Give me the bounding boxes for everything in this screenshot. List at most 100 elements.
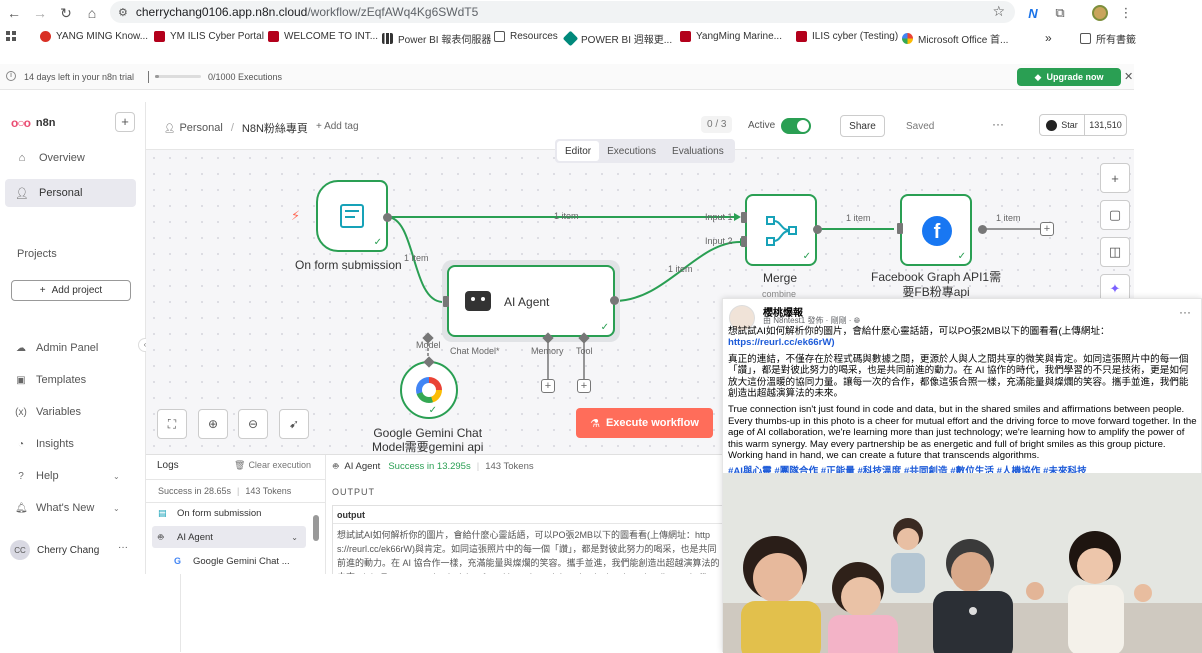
tidy-up-icon[interactable]: ➹ [279, 409, 309, 439]
bookmarks-overflow[interactable]: » [1045, 31, 1052, 45]
scrollbar[interactable] [313, 515, 319, 541]
sidebar-item-admin-panel[interactable]: ☁ Admin Panel [15, 342, 98, 354]
sidebar-item-personal[interactable]: 👤︎ Personal [5, 179, 136, 207]
bookmark-item[interactable]: POWER BI 週報更... [562, 30, 672, 47]
google-icon: G [174, 556, 182, 566]
zoom-out-icon[interactable]: ⊖ [238, 409, 268, 439]
input-handle[interactable] [897, 223, 903, 234]
add-project-button[interactable]: + Add project [11, 280, 131, 301]
edge-label: 1 item [554, 211, 579, 221]
bookmark-item[interactable]: ILIS cyber (Testing) [796, 31, 898, 42]
add-tool-icon[interactable]: + [577, 379, 591, 393]
profile-avatar-icon[interactable] [1090, 3, 1110, 23]
check-icon: ✓ [428, 405, 437, 416]
bookmark-item[interactable]: Microsoft Office 首... [902, 31, 1008, 46]
execute-workflow-button[interactable]: ⚗ Execute workflow [576, 408, 713, 438]
browser-menu-icon[interactable]: ⋮ [1116, 3, 1136, 23]
bookmark-item[interactable]: YM ILIS Cyber Portal [154, 31, 264, 42]
node-merge[interactable]: ✓ [745, 194, 817, 266]
output-handle[interactable] [813, 225, 822, 234]
output-handle[interactable] [978, 225, 987, 234]
sidebar-item-templates[interactable]: ▣ Templates [15, 374, 86, 386]
all-bookmarks[interactable]: 所有書籤 [1080, 31, 1136, 46]
extension-n-icon[interactable]: N [1023, 3, 1043, 23]
bookmark-item[interactable]: WELCOME TO INT... [268, 31, 378, 42]
bookmark-item[interactable]: Resources [494, 31, 558, 42]
input-handle[interactable] [443, 296, 449, 307]
panel-toggle-icon[interactable]: ◫ [1100, 237, 1130, 267]
user-menu[interactable]: CC Cherry Chang ··· [10, 540, 128, 560]
clear-execution-button[interactable]: 🗑︎ Clear execution [234, 460, 311, 471]
sidebar-item-variables[interactable]: (x) Variables [15, 406, 81, 418]
robot-icon: 🤖︎ [333, 461, 339, 471]
node-label-line: Facebook Graph API1需 [871, 270, 1002, 284]
more-icon[interactable]: ··· [118, 542, 128, 553]
breadcrumb-owner[interactable]: Personal [179, 122, 222, 134]
chevron-down-icon[interactable]: ⌄ [291, 533, 298, 542]
tab-evaluations[interactable]: Evaluations [664, 141, 732, 161]
merge-input-2-label: Input 2 [705, 236, 733, 246]
facebook-post-overlay: 櫻桃爆報 由 N8ntest1 發佈 · 剛剛 · 🌐︎ ··· 想試試AI如何… [722, 298, 1202, 653]
sticky-note-icon[interactable]: ▢ [1100, 200, 1130, 230]
bookmark-star-icon[interactable]: ☆ [992, 3, 1005, 20]
post-photo[interactable] [723, 473, 1202, 653]
site-info-icon[interactable]: ⚙ [118, 6, 128, 19]
more-icon[interactable]: ··· [992, 117, 1004, 131]
fit-view-icon[interactable]: ⛶ [157, 409, 187, 439]
chart-icon: ◔ [17, 438, 25, 450]
node-gemini-model[interactable]: ✓ [400, 361, 458, 419]
node-form-trigger[interactable]: ✓ [316, 180, 388, 252]
tab-editor[interactable]: Editor [557, 141, 600, 161]
post-link[interactable]: https://reurl.cc/ek66rW) [728, 337, 835, 348]
workflow-title[interactable]: N8N粉絲專頁 [242, 120, 308, 136]
node-label-line: Google Gemini Chat [373, 426, 483, 440]
n8n-logo[interactable]: o○o n8n [11, 116, 55, 130]
url-bar[interactable]: ⚙ cherrychang0106.app.n8n.cloud/workflow… [110, 1, 1015, 23]
bookmark-item[interactable]: YangMing Marine... [680, 31, 782, 42]
user-icon: 👤︎ [15, 187, 29, 200]
back-icon[interactable]: ← [4, 3, 24, 23]
input-handle[interactable] [741, 236, 747, 247]
log-row-form[interactable]: ▤ On form submission [152, 502, 306, 524]
add-memory-icon[interactable]: + [541, 379, 555, 393]
log-detail-node: AI Agent [344, 461, 381, 472]
add-node-icon[interactable]: + [1100, 163, 1130, 193]
post-line: 想試試AI如何解析你的圖片，會給什麼心靈話語，可以PO張2MB以下的圖看看(上傳… [728, 326, 1110, 337]
sidebar-item-overview[interactable]: ⌂ Overview [5, 144, 136, 172]
extensions-puzzle-icon[interactable]: ⧉ [1050, 3, 1070, 23]
node-ai-agent[interactable]: AI Agent ✓ [447, 265, 615, 337]
group-photo-illustration [723, 473, 1202, 653]
log-row-gemini[interactable]: G Google Gemini Chat ... [168, 550, 306, 572]
more-icon[interactable]: ··· [1179, 305, 1191, 319]
github-icon [1046, 119, 1058, 131]
add-node-icon[interactable]: + [1040, 222, 1054, 236]
log-row-ai-agent[interactable]: 🤖︎ AI Agent ⌄ [152, 526, 306, 548]
github-star-button[interactable]: Star 131,510 [1039, 114, 1127, 136]
output-cell[interactable]: 想試試AI如何解析你的圖片，會給什麼心靈話語，可以PO張2MB以下的圖看看(上傳… [333, 524, 724, 574]
input-handle[interactable] [741, 212, 747, 223]
bookmark-item[interactable]: Power BI 報表伺服器 [382, 31, 491, 46]
share-button[interactable]: Share [840, 115, 885, 137]
trash-icon: 🗑︎ [234, 460, 246, 470]
active-toggle[interactable] [781, 118, 811, 134]
folder-icon [494, 31, 505, 42]
bookmark-label: ILIS cyber (Testing) [812, 31, 899, 42]
sidebar-item-help[interactable]: ? Help ⌄ [15, 470, 119, 482]
tab-executions[interactable]: Executions [599, 141, 664, 161]
upgrade-button[interactable]: ◆ Upgrade now [1017, 68, 1121, 86]
sidebar-item-whats-new[interactable]: 🔔︎ What's New ⌄ [15, 502, 120, 514]
forward-icon[interactable]: → [30, 3, 50, 23]
output-handle[interactable] [610, 296, 619, 305]
sidebar-item-insights[interactable]: ◔ Insights [15, 438, 74, 450]
output-handle[interactable] [383, 213, 392, 222]
node-facebook-graph[interactable]: f ✓ [900, 194, 972, 266]
create-new-button[interactable]: + [115, 112, 135, 132]
add-tag-button[interactable]: + Add tag [316, 121, 359, 132]
favicon-icon [680, 31, 691, 42]
home-icon[interactable]: ⌂ [82, 3, 102, 23]
close-icon[interactable]: ✕ [1124, 70, 1133, 83]
zoom-in-icon[interactable]: ⊕ [198, 409, 228, 439]
bookmark-item[interactable]: YANG MING Know... [40, 31, 148, 42]
sidebar-item-label: Help [36, 470, 59, 482]
reload-icon[interactable]: ↻ [56, 3, 76, 23]
